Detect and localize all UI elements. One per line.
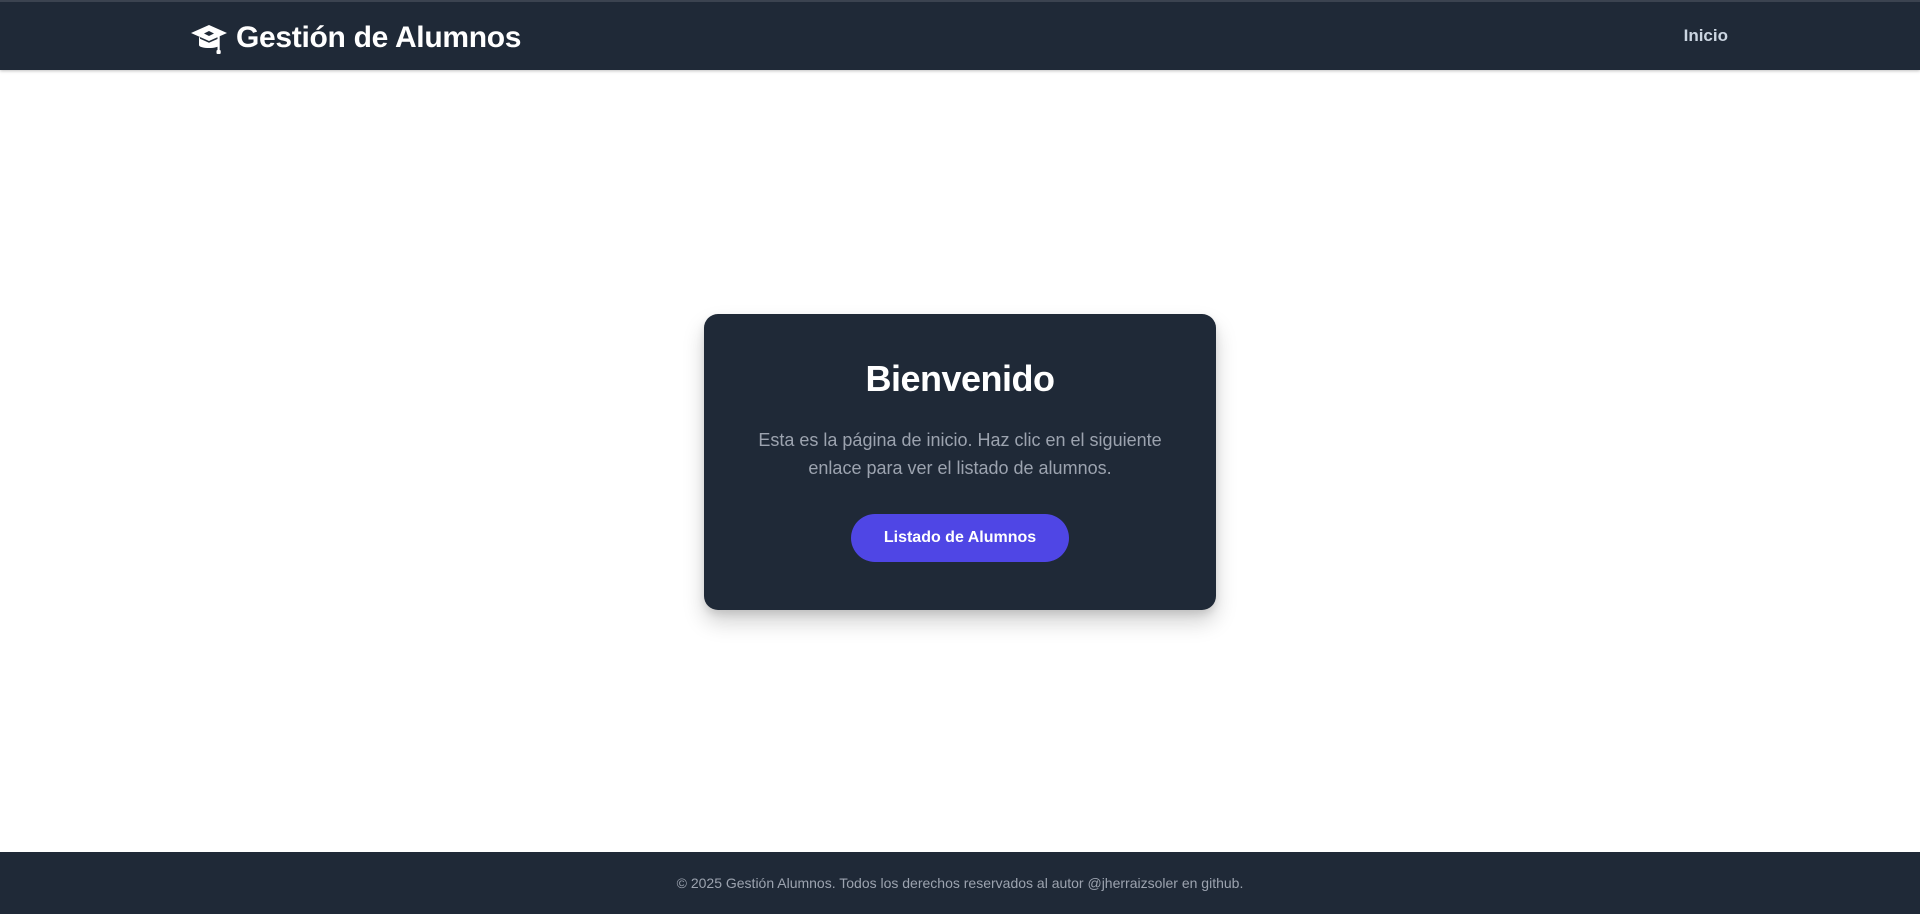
footer: © 2025 Gestión Alumnos. Todos los derech… <box>0 852 1920 914</box>
top-navbar: Gestión de Alumnos Inicio <box>0 0 1920 70</box>
page: Gestión de Alumnos Inicio Bienvenido Est… <box>0 0 1920 914</box>
welcome-text: Esta es la página de inicio. Haz clic en… <box>758 430 1162 478</box>
welcome-title: Bienvenido <box>865 358 1055 399</box>
nav-link-inicio[interactable]: Inicio <box>1684 26 1728 46</box>
student-list-button[interactable]: Listado de Alumnos <box>851 514 1069 562</box>
brand-link[interactable]: Gestión de Alumnos <box>190 19 521 57</box>
main-content: Bienvenido Esta es la página de inicio. … <box>0 70 1920 852</box>
welcome-card: Bienvenido Esta es la página de inicio. … <box>704 314 1216 610</box>
graduation-cap-icon <box>190 19 228 57</box>
footer-copyright: © 2025 Gestión Alumnos. Todos los derech… <box>676 875 1244 891</box>
brand-title: Gestión de Alumnos <box>236 21 522 54</box>
